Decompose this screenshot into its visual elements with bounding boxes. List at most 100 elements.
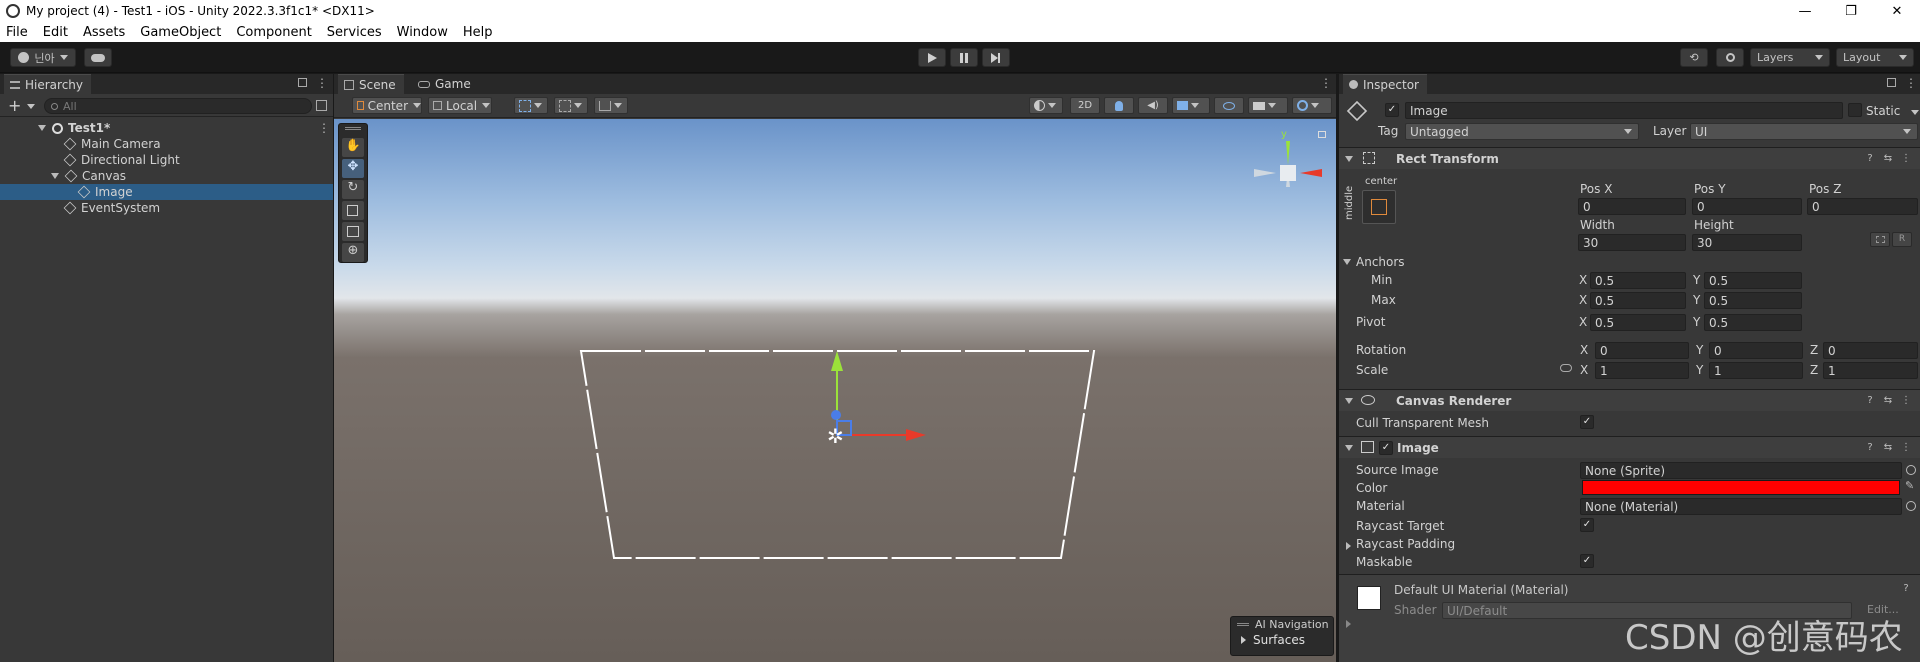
hierarchy-item-canvas[interactable]: Canvas bbox=[0, 168, 333, 184]
menu-services[interactable]: Services bbox=[327, 25, 382, 40]
canvas-renderer-header[interactable]: Canvas Renderer ? ⇆ ⋮ bbox=[1339, 389, 1920, 411]
source-image-field[interactable]: None (Sprite) bbox=[1580, 462, 1902, 479]
fold-arrow-icon[interactable] bbox=[1343, 259, 1351, 265]
tab-hierarchy[interactable]: Hierarchy bbox=[4, 74, 92, 94]
drag-handle[interactable] bbox=[1237, 623, 1249, 626]
fold-arrow-icon[interactable] bbox=[1345, 156, 1353, 162]
pivot-x-field[interactable]: 0.5 bbox=[1590, 314, 1686, 331]
play-button[interactable] bbox=[918, 48, 946, 67]
hierarchy-item-eventsystem[interactable]: EventSystem bbox=[0, 200, 333, 216]
filter-icon[interactable] bbox=[316, 100, 327, 111]
hierarchy-item-directional-light[interactable]: Directional Light bbox=[0, 152, 333, 168]
lock-icon[interactable] bbox=[1318, 131, 1326, 138]
tab-game[interactable]: Game bbox=[412, 74, 479, 94]
increment-snap-button[interactable] bbox=[594, 97, 628, 114]
anchor-min-y-field[interactable]: 0.5 bbox=[1704, 272, 1802, 289]
fold-arrow-icon[interactable] bbox=[1345, 445, 1353, 451]
draw-mode-dropdown[interactable] bbox=[1029, 97, 1063, 114]
step-button[interactable] bbox=[982, 48, 1010, 67]
menu-assets[interactable]: Assets bbox=[83, 25, 125, 40]
material-field[interactable]: None (Material) bbox=[1580, 498, 1902, 515]
help-icon[interactable]: ? bbox=[1864, 442, 1876, 454]
anchor-min-x-field[interactable]: 0.5 bbox=[1590, 272, 1686, 289]
fold-arrow-icon[interactable] bbox=[1345, 398, 1353, 404]
gizmos-dropdown[interactable] bbox=[1292, 97, 1332, 114]
scale-z-field[interactable]: 1 bbox=[1823, 362, 1918, 379]
kebab-menu-icon[interactable]: ⋮ bbox=[318, 121, 330, 135]
anchor-max-x-field[interactable]: 0.5 bbox=[1590, 292, 1686, 309]
active-checkbox[interactable]: ✓ bbox=[1385, 103, 1399, 117]
grid-visibility-button[interactable] bbox=[554, 97, 588, 114]
eyedropper-icon[interactable]: ✎ bbox=[1905, 479, 1914, 492]
hierarchy-search-input[interactable]: All bbox=[44, 98, 312, 114]
preset-icon[interactable]: ⇆ bbox=[1882, 153, 1894, 165]
history-button[interactable]: ⟲ bbox=[1680, 48, 1708, 67]
chevron-down-icon[interactable] bbox=[27, 104, 35, 109]
layout-dropdown[interactable]: Layout bbox=[1836, 48, 1914, 67]
pause-button[interactable] bbox=[950, 48, 978, 67]
kebab-menu-icon[interactable]: ⋮ bbox=[1320, 76, 1332, 90]
rotation-z-field[interactable]: 0 bbox=[1823, 342, 1918, 359]
scene-viewport[interactable]: ✋ ✥ ↻ ⊕ ✲ y AI Navigation Surfaces bbox=[334, 119, 1336, 662]
tab-inspector[interactable]: Inspector bbox=[1343, 74, 1427, 94]
help-icon[interactable]: ? bbox=[1864, 153, 1876, 165]
scale-y-field[interactable]: 1 bbox=[1709, 362, 1803, 379]
add-icon[interactable]: + bbox=[8, 96, 21, 115]
anchor-max-y-field[interactable]: 0.5 bbox=[1704, 292, 1802, 309]
object-picker-icon[interactable] bbox=[1906, 465, 1916, 475]
hierarchy-item-test1[interactable]: Test1* ⋮ bbox=[0, 120, 333, 136]
image-enabled-checkbox[interactable]: ✓ bbox=[1379, 441, 1393, 455]
hierarchy-item-main-camera[interactable]: Main Camera bbox=[0, 136, 333, 152]
minimize-button[interactable]: — bbox=[1782, 0, 1828, 22]
preset-icon[interactable]: ⇆ bbox=[1882, 395, 1894, 407]
object-name-field[interactable]: Image bbox=[1405, 102, 1843, 119]
expand-arrow-icon[interactable] bbox=[1346, 542, 1351, 550]
scene-visibility-button[interactable] bbox=[1214, 97, 1244, 114]
lighting-toggle-button[interactable] bbox=[1104, 97, 1134, 114]
expand-arrow-icon[interactable] bbox=[1346, 620, 1351, 628]
color-swatch[interactable] bbox=[1582, 480, 1900, 495]
kebab-menu-icon[interactable]: ⋮ bbox=[1900, 153, 1912, 165]
menu-help[interactable]: Help bbox=[463, 25, 493, 40]
static-checkbox[interactable] bbox=[1848, 103, 1862, 117]
anchor-presets-button[interactable] bbox=[1362, 190, 1396, 224]
pivot-y-field[interactable]: 0.5 bbox=[1704, 314, 1802, 331]
cloud-button[interactable] bbox=[84, 48, 112, 67]
menu-component[interactable]: Component bbox=[236, 25, 311, 40]
rect-transform-header[interactable]: Rect Transform ? ⇆ ⋮ bbox=[1339, 147, 1920, 169]
audio-toggle-button[interactable]: ◀) bbox=[1138, 97, 1168, 114]
search-button[interactable] bbox=[1716, 48, 1744, 67]
surfaces-item[interactable]: Surfaces bbox=[1253, 633, 1305, 647]
camera-dropdown[interactable] bbox=[1248, 97, 1288, 114]
layers-dropdown[interactable]: Layers bbox=[1750, 48, 1830, 67]
menu-edit[interactable]: Edit bbox=[43, 25, 68, 40]
blueprint-mode-button[interactable] bbox=[1870, 232, 1890, 247]
kebab-menu-icon[interactable]: ⋮ bbox=[1900, 395, 1912, 407]
image-component-header[interactable]: ✓ Image ? ⇆ ⋮ bbox=[1339, 436, 1920, 458]
space-dropdown[interactable]: Local bbox=[428, 97, 492, 114]
posx-field[interactable]: 0 bbox=[1578, 198, 1686, 215]
fold-arrow-icon[interactable] bbox=[38, 125, 46, 131]
2d-toggle-button[interactable]: 2D bbox=[1070, 97, 1100, 114]
scale-x-field[interactable]: 1 bbox=[1595, 362, 1689, 379]
pivot-dropdown[interactable]: Center bbox=[352, 97, 422, 114]
lock-icon[interactable] bbox=[1887, 78, 1896, 87]
maskable-checkbox[interactable]: ✓ bbox=[1580, 554, 1594, 568]
lock-icon[interactable] bbox=[298, 78, 307, 87]
menu-file[interactable]: File bbox=[6, 25, 28, 40]
posy-field[interactable]: 0 bbox=[1692, 198, 1802, 215]
maximize-button[interactable]: ❐ bbox=[1828, 0, 1874, 22]
rotation-x-field[interactable]: 0 bbox=[1595, 342, 1689, 359]
width-field[interactable]: 30 bbox=[1578, 234, 1686, 251]
expand-arrow-icon[interactable] bbox=[1241, 636, 1246, 644]
help-icon[interactable]: ? bbox=[1900, 583, 1912, 595]
object-picker-icon[interactable] bbox=[1906, 501, 1916, 511]
grid-snap-button[interactable] bbox=[514, 97, 548, 114]
hierarchy-item-image[interactable]: Image bbox=[0, 184, 333, 200]
preset-icon[interactable]: ⇆ bbox=[1882, 442, 1894, 454]
account-dropdown[interactable]: 닌아 bbox=[10, 48, 76, 67]
cull-transparent-checkbox[interactable]: ✓ bbox=[1580, 415, 1594, 429]
posz-field[interactable]: 0 bbox=[1807, 198, 1918, 215]
height-field[interactable]: 30 bbox=[1692, 234, 1802, 251]
tag-dropdown[interactable]: Untagged bbox=[1405, 123, 1639, 140]
